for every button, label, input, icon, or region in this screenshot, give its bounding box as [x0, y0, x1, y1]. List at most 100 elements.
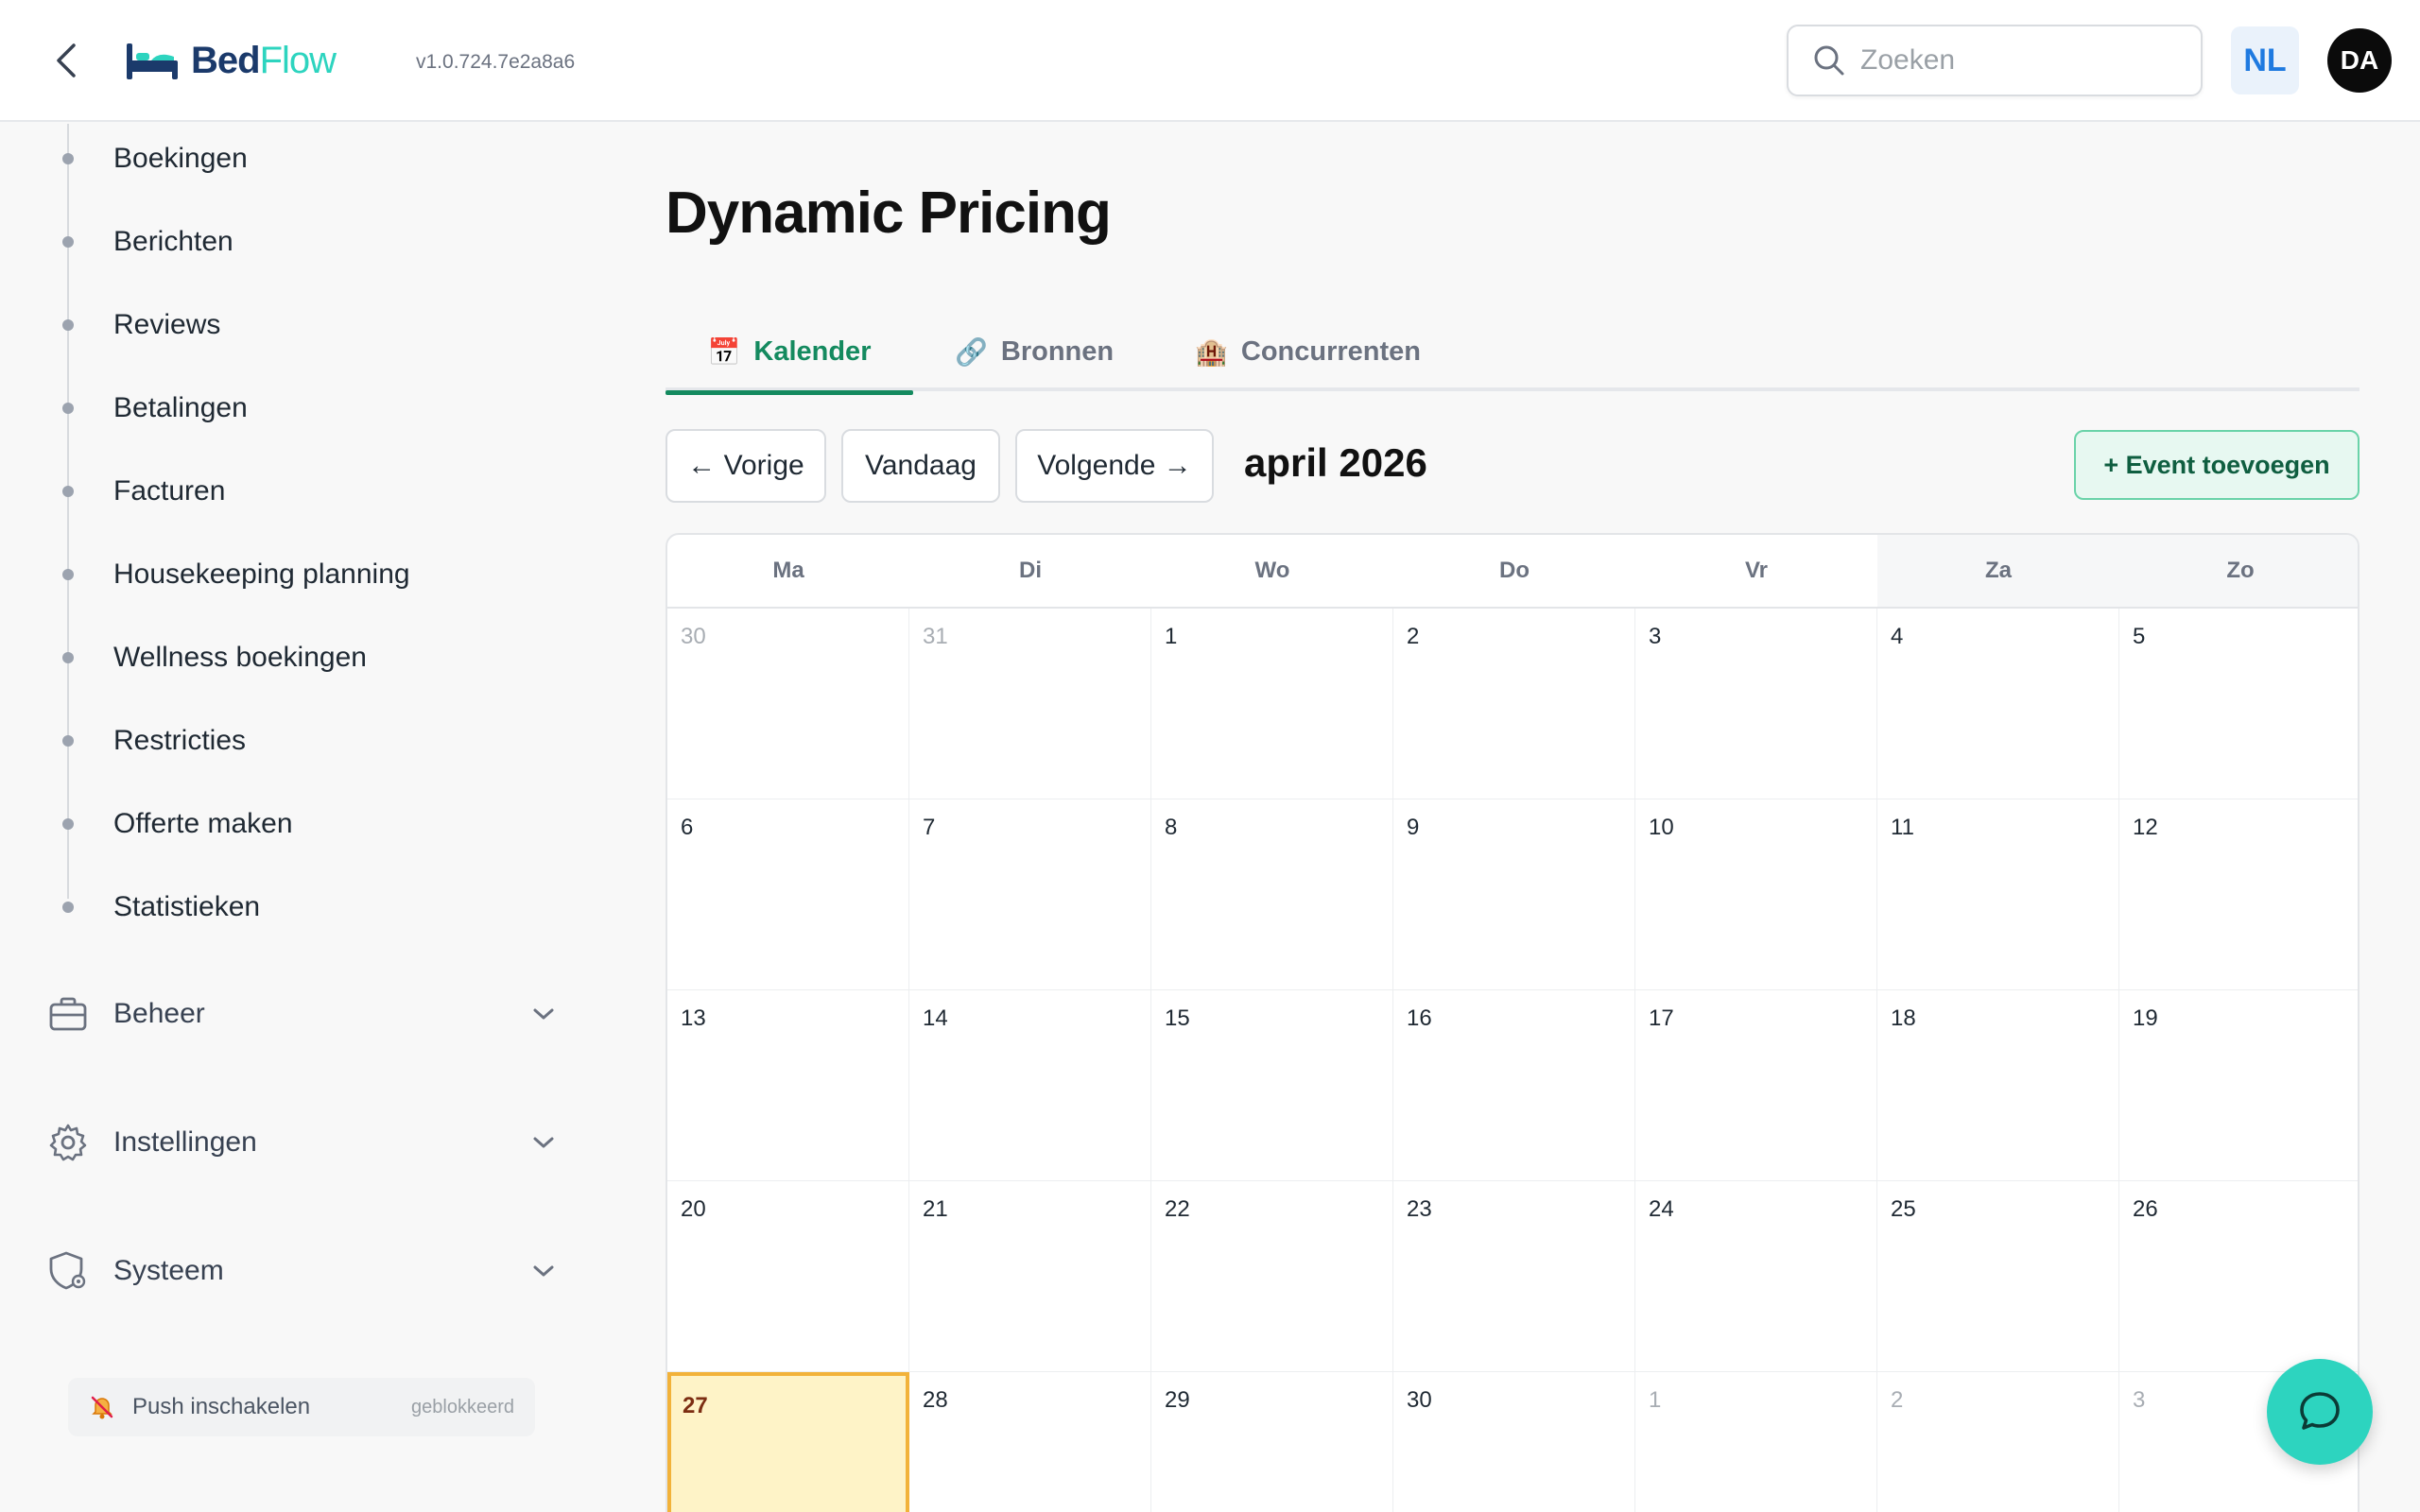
- calendar-icon: 📅: [707, 336, 741, 367]
- chevron-down-icon: [529, 1128, 558, 1157]
- sidebar-item-offerte[interactable]: Offerte maken: [57, 800, 293, 848]
- weekday-header: Di: [1019, 558, 1042, 583]
- app-logo[interactable]: BedFlow: [125, 32, 337, 89]
- calendar-day[interactable]: 1: [1151, 609, 1393, 799]
- calendar-day[interactable]: 6: [667, 799, 909, 990]
- sidebar-item-statistieken[interactable]: Statistieken: [57, 884, 260, 931]
- bullet-dot: [62, 403, 74, 414]
- push-notifications-toggle[interactable]: Push inschakelen geblokkeerd: [68, 1378, 535, 1436]
- calendar-day[interactable]: 17: [1635, 990, 1877, 1181]
- prev-month-button[interactable]: ← Vorige: [666, 429, 826, 503]
- next-month-button[interactable]: Volgende →: [1015, 429, 1214, 503]
- calendar-day[interactable]: 3: [1635, 609, 1877, 799]
- calendar-day[interactable]: 5: [2119, 609, 2358, 799]
- weekday-header: Vr: [1744, 558, 1769, 583]
- tab-bronnen[interactable]: 🔗 Bronnen: [955, 312, 1114, 391]
- language-button[interactable]: NL: [2231, 26, 2299, 94]
- calendar-day[interactable]: 30: [667, 609, 909, 799]
- day-number: 19: [2133, 1005, 2158, 1031]
- calendar-day[interactable]: 21: [909, 1181, 1151, 1372]
- calendar-day[interactable]: 20: [667, 1181, 909, 1372]
- calendar-day[interactable]: 1: [1635, 1372, 1877, 1512]
- day-number: 5: [2133, 624, 2146, 649]
- day-number: 12: [2133, 815, 2158, 840]
- day-number: 18: [1891, 1005, 1916, 1031]
- search-icon: [1814, 45, 1844, 76]
- day-number: 4: [1891, 624, 1904, 649]
- sidebar-group-systeem[interactable]: Systeem: [47, 1241, 558, 1301]
- day-number: 22: [1165, 1196, 1190, 1222]
- calendar-day[interactable]: 8: [1151, 799, 1393, 990]
- day-number: 15: [1165, 1005, 1190, 1031]
- tab-concurrenten[interactable]: 🏨 Concurrenten: [1195, 312, 1421, 391]
- day-number: 2: [1891, 1387, 1904, 1413]
- sidebar-item-boekingen[interactable]: Boekingen: [57, 135, 248, 182]
- bed-logo-icon: [127, 43, 178, 79]
- day-number: 13: [681, 1005, 706, 1031]
- sidebar-item-betalingen[interactable]: Betalingen: [57, 385, 248, 432]
- gear-icon: [47, 1122, 89, 1163]
- calendar-day[interactable]: 30: [1393, 1372, 1635, 1512]
- search-box[interactable]: [1787, 25, 2203, 96]
- sidebar: Boekingen Berichten Reviews Betalingen F…: [0, 124, 586, 1512]
- calendar-day[interactable]: 12: [2119, 799, 2358, 990]
- sidebar-item-berichten[interactable]: Berichten: [57, 218, 233, 266]
- day-number: 24: [1649, 1196, 1674, 1222]
- user-avatar[interactable]: DA: [2327, 28, 2392, 93]
- calendar-day[interactable]: 24: [1635, 1181, 1877, 1372]
- today-button[interactable]: Vandaag: [841, 429, 1000, 503]
- sidebar-group-label: Systeem: [113, 1255, 224, 1286]
- calendar-day[interactable]: 4: [1877, 609, 2119, 799]
- calendar-day[interactable]: 18: [1877, 990, 2119, 1181]
- calendar-day[interactable]: 9: [1393, 799, 1635, 990]
- month-label: april 2026: [1244, 440, 1427, 485]
- calendar-day[interactable]: 15: [1151, 990, 1393, 1181]
- calendar-day[interactable]: 2: [1393, 609, 1635, 799]
- calendar-header: Ma Di Wo Do Vr Za Zo: [667, 535, 2358, 609]
- calendar-day[interactable]: 2: [1877, 1372, 2119, 1512]
- sidebar-group-beheer[interactable]: Beheer: [47, 984, 558, 1044]
- sidebar-item-label: Wellness boekingen: [113, 642, 367, 673]
- day-number: 10: [1649, 815, 1674, 840]
- sidebar-group-instellingen[interactable]: Instellingen: [47, 1112, 558, 1173]
- calendar-day[interactable]: 16: [1393, 990, 1635, 1181]
- sidebar-group-label: Beheer: [113, 998, 205, 1029]
- calendar-day[interactable]: 19: [2119, 990, 2358, 1181]
- sidebar-item-wellness[interactable]: Wellness boekingen: [57, 634, 367, 681]
- calendar-day[interactable]: 26: [2119, 1181, 2358, 1372]
- weekday-header: Za: [1984, 558, 2012, 583]
- chevron-down-icon: [529, 1000, 558, 1028]
- sidebar-item-restricties[interactable]: Restricties: [57, 717, 246, 765]
- calendar-day[interactable]: 22: [1151, 1181, 1393, 1372]
- bullet-dot: [62, 569, 74, 580]
- sidebar-item-housekeeping[interactable]: Housekeeping planning: [57, 551, 410, 598]
- day-number: 30: [681, 624, 706, 649]
- weekday-header: Ma: [772, 558, 804, 583]
- calendar-day[interactable]: 31: [909, 609, 1151, 799]
- calendar-day[interactable]: 14: [909, 990, 1151, 1181]
- back-button[interactable]: [45, 38, 87, 83]
- day-number: 11: [1891, 815, 1914, 840]
- calendar-day[interactable]: 13: [667, 990, 909, 1181]
- day-number: 3: [2133, 1387, 2146, 1413]
- calendar-day[interactable]: 7: [909, 799, 1151, 990]
- sidebar-item-label: Housekeeping planning: [113, 558, 410, 590]
- weekday-header: Do: [1499, 558, 1530, 583]
- chat-button[interactable]: [2267, 1359, 2373, 1465]
- calendar-day[interactable]: 10: [1635, 799, 1877, 990]
- calendar-day[interactable]: 25: [1877, 1181, 2119, 1372]
- search-input[interactable]: [1860, 44, 2182, 77]
- tab-label: Kalender: [753, 335, 872, 367]
- calendar-day-today[interactable]: 27: [667, 1372, 909, 1512]
- sidebar-item-reviews[interactable]: Reviews: [57, 301, 220, 349]
- calendar-day[interactable]: 29: [1151, 1372, 1393, 1512]
- page-title: Dynamic Pricing: [666, 180, 1112, 246]
- day-number: 27: [683, 1393, 708, 1418]
- calendar-day[interactable]: 28: [909, 1372, 1151, 1512]
- tab-kalender[interactable]: 📅 Kalender: [666, 312, 913, 395]
- calendar-day[interactable]: 11: [1877, 799, 2119, 990]
- sidebar-item-facturen[interactable]: Facturen: [57, 468, 225, 515]
- calendar-day[interactable]: 23: [1393, 1181, 1635, 1372]
- add-event-button[interactable]: + Event toevoegen: [2074, 430, 2360, 500]
- bullet-dot: [62, 735, 74, 747]
